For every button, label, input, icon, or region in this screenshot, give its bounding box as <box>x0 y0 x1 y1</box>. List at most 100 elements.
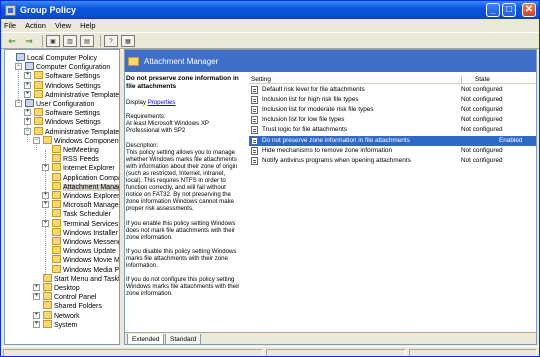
expand-icon[interactable]: + <box>42 219 49 227</box>
tree-item-label: Windows Explorer <box>63 193 120 200</box>
enable-note: If you enable this policy setting Window… <box>126 219 236 241</box>
tree-item-label: Control Panel <box>54 294 97 302</box>
tab-standard[interactable]: Standard <box>165 334 202 344</box>
setting-state: Enabled <box>499 136 523 144</box>
tree-item[interactable]: Application Compatibility <box>52 172 119 182</box>
table-row[interactable]: Hide mechanisms to remove zone informati… <box>249 146 536 156</box>
tree-item[interactable]: Attachment Manager <box>52 181 119 191</box>
setting-state: Not configured <box>461 126 503 134</box>
folder-icon <box>52 246 61 255</box>
column-state[interactable]: State <box>475 75 490 84</box>
tree-item[interactable]: Computer Configuration <box>25 62 110 71</box>
tree-item[interactable]: RSS Feeds <box>52 154 99 163</box>
export-list-icon[interactable]: ▤ <box>80 34 94 47</box>
expand-icon[interactable]: + <box>33 311 40 319</box>
tree-item[interactable]: Windows Explorer <box>52 191 119 200</box>
tree-item-label: Terminal Services <box>63 220 119 228</box>
expand-icon[interactable]: + <box>42 164 49 172</box>
policy-setting-icon <box>251 86 258 94</box>
expand-icon[interactable]: + <box>24 81 31 89</box>
show-hide-tree-icon[interactable]: ▥ <box>63 34 77 47</box>
folder-icon <box>128 56 139 66</box>
column-setting[interactable]: Setting <box>251 75 271 84</box>
tree-item[interactable]: NetMeeting <box>52 145 99 154</box>
expand-icon[interactable]: + <box>24 90 31 98</box>
tree-item[interactable]: Software Settings <box>34 71 100 80</box>
expand-icon[interactable]: + <box>42 192 49 199</box>
tree-item[interactable]: Administrative Templates <box>34 89 119 99</box>
column-divider[interactable] <box>461 76 462 83</box>
tree-item[interactable]: Windows Messenger <box>52 237 119 246</box>
tree-item[interactable]: Internet Explorer <box>52 163 115 172</box>
tree-item[interactable]: Terminal Services <box>52 218 119 228</box>
table-row[interactable]: Inclusion list for moderate risk file ty… <box>249 105 536 115</box>
tree-item[interactable]: System <box>43 319 77 329</box>
table-row[interactable]: Do not preserve zone information in file… <box>249 135 536 146</box>
tree-item-label: User Configuration <box>36 101 95 108</box>
tree-item[interactable]: Windows Media Player <box>52 264 120 274</box>
collapse-icon[interactable]: − <box>15 63 22 71</box>
tree-item[interactable]: Windows Installer <box>52 227 118 237</box>
setting-state: Not configured <box>461 146 503 154</box>
tree-item[interactable]: Windows Components <box>43 135 119 145</box>
menu-help[interactable]: Help <box>80 21 95 30</box>
up-folder-icon[interactable]: ▣ <box>46 34 60 47</box>
help-icon[interactable]: ? <box>104 34 118 47</box>
expand-icon[interactable]: + <box>33 293 40 301</box>
tree-item[interactable]: Control Panel <box>43 292 96 301</box>
tree-item[interactable]: User Configuration <box>25 99 94 108</box>
expand-icon[interactable]: + <box>33 320 40 328</box>
minimize-button[interactable]: _ <box>486 3 500 17</box>
back-arrow-icon[interactable]: ⇐ <box>5 35 19 47</box>
expand-icon[interactable]: + <box>24 109 31 117</box>
tree-item[interactable]: Shared Folders <box>43 301 102 310</box>
close-button[interactable]: ✕ <box>522 3 536 17</box>
tree-item[interactable]: Windows Settings <box>34 80 101 90</box>
tree-item[interactable]: Windows Update <box>52 246 116 255</box>
setting-state: Not configured <box>461 156 503 164</box>
tree-item-label: Computer Configuration <box>36 64 111 72</box>
tree-item[interactable]: Administrative Templates <box>34 126 119 136</box>
menu-file[interactable]: File <box>4 21 16 30</box>
expand-icon[interactable]: + <box>24 118 31 126</box>
tree-item-label: Windows Media Player <box>63 266 120 274</box>
tree-item[interactable]: Windows Settings <box>34 117 101 126</box>
properties-icon[interactable]: ▦ <box>121 34 135 47</box>
expand-icon[interactable]: + <box>33 284 40 291</box>
tree-item[interactable]: Start Menu and Taskbar <box>43 273 119 283</box>
tree-item[interactable]: Network <box>43 310 80 320</box>
extended-description: Do not preserve zone information in file… <box>125 72 246 332</box>
maximize-button[interactable]: □ <box>502 3 516 17</box>
tree-item[interactable]: Desktop <box>43 283 80 292</box>
menu-view[interactable]: View <box>55 21 71 30</box>
tab-extended[interactable]: Extended <box>127 334 165 344</box>
table-row[interactable]: Inclusion list for high risk file types N… <box>249 95 536 105</box>
table-row[interactable]: Inclusion list for low file types Not con… <box>249 115 536 125</box>
tree-item-label: Windows Update <box>63 248 116 256</box>
list-header: Setting State <box>249 75 536 84</box>
table-row[interactable]: Notify antivirus programs when opening a… <box>249 156 536 166</box>
description-text: This policy setting allows you to manage… <box>126 148 238 213</box>
collapse-icon[interactable]: − <box>15 100 22 107</box>
collapse-icon[interactable]: − <box>33 136 40 144</box>
setting-name: Inclusion list for high risk file types <box>262 96 359 104</box>
tree-item-label: Microsoft Management Console <box>63 202 119 210</box>
table-row[interactable]: Default risk level for file attachments N… <box>249 85 536 95</box>
forward-arrow-icon[interactable]: ⇒ <box>22 35 36 47</box>
menu-action[interactable]: Action <box>25 21 46 30</box>
table-row[interactable]: Trust logic for file attachments Not conf… <box>249 125 536 135</box>
folder-icon <box>52 172 61 181</box>
setting-name: Inclusion list for low file types <box>262 116 345 124</box>
properties-link[interactable]: Properties <box>148 99 176 106</box>
tree-item[interactable]: Windows Movie Maker <box>52 255 119 264</box>
tree-item[interactable]: Software Settings <box>34 108 100 117</box>
expand-icon[interactable]: + <box>24 72 31 80</box>
folder-icon <box>52 209 61 218</box>
tree-item[interactable]: Microsoft Management Console <box>52 200 119 210</box>
title-bar[interactable]: Group Policy _ □ ✕ <box>1 1 539 19</box>
tree-item[interactable]: Local Computer Policy <box>16 53 97 62</box>
tree-item[interactable]: Task Scheduler <box>52 209 111 218</box>
policy-setting-icon <box>251 116 258 125</box>
expand-icon[interactable]: + <box>42 201 49 209</box>
collapse-icon[interactable]: − <box>24 127 31 135</box>
